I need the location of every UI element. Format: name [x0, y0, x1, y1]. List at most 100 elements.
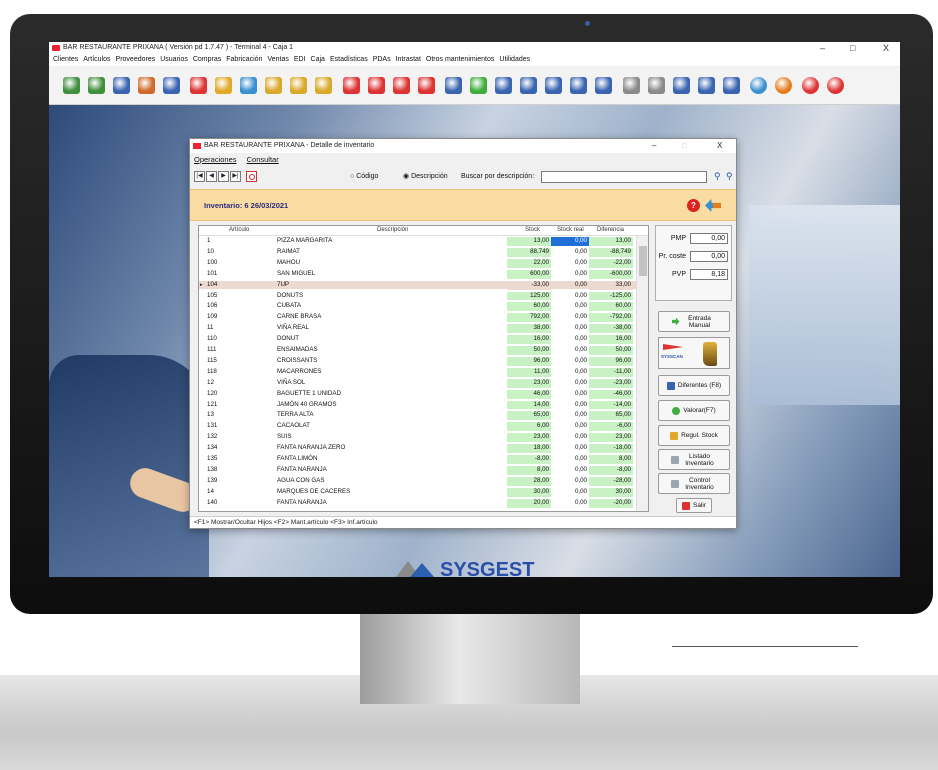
table-row[interactable]: 132 SUIS 23,00 0,00 23,00	[199, 433, 648, 443]
cell-stock-real[interactable]: 0,00	[551, 488, 589, 497]
pvp-field[interactable]: 8,18	[690, 269, 728, 280]
lock-icon[interactable]	[215, 77, 233, 94]
grid-icon[interactable]	[445, 77, 463, 94]
cell-stock-real[interactable]: 0,00	[551, 313, 589, 322]
dialog-minimize-button[interactable]: –	[652, 139, 656, 153]
table-row[interactable]: 138 FANTA NARANJA 8,00 0,00 -8,00	[199, 465, 648, 475]
cell-stock-real[interactable]: 0,00	[551, 237, 589, 246]
radio-codigo[interactable]: ○ Código	[350, 172, 378, 182]
cart-icon[interactable]	[520, 77, 538, 94]
table-row[interactable]: 121 JAMÓN 40 GRAMOS 14,00 0,00 -14,00	[199, 400, 648, 410]
listado-inventario-button[interactable]: Listado Inventario	[658, 449, 730, 470]
card-icon[interactable]	[240, 77, 258, 94]
table-row[interactable]: 111 ENSAIMADAS 50,00 0,00 50,00	[199, 346, 648, 355]
scrollbar-thumb[interactable]	[639, 246, 647, 276]
menu-caja[interactable]: Caja	[311, 56, 325, 63]
table-row[interactable]: 106 CUBATA 60,00 0,00 60,00	[199, 302, 648, 312]
cell-stock-real[interactable]: 0,00	[551, 390, 589, 399]
user-icon[interactable]	[63, 77, 80, 94]
pin-icon[interactable]	[190, 77, 208, 94]
help-icon[interactable]	[802, 77, 820, 94]
table-row[interactable]: 12 VIÑA SOL 23,00 0,00 -23,00	[199, 378, 648, 388]
first-record-button[interactable]: |◀	[194, 171, 205, 182]
truck-icon[interactable]	[545, 77, 563, 94]
col-diferencia[interactable]: Diferencia	[597, 227, 624, 233]
pcoste-field[interactable]: 0,00	[690, 251, 728, 262]
doc-icon[interactable]	[570, 77, 588, 94]
maximize-button[interactable]: □	[850, 42, 855, 54]
menu-otros-mantenimientos[interactable]: Otros mantenimientos	[426, 56, 494, 63]
table-row[interactable]: 1 PIZZA MARGARITA 13,00 0,00 13,00	[199, 237, 648, 246]
table-row[interactable]: 135 FANTA LIMÓN -8,00 0,00 8,00	[199, 455, 648, 464]
col-stock-real[interactable]: Stock real	[557, 227, 584, 233]
cart-icon[interactable]	[342, 77, 360, 94]
col-stock[interactable]: Stock	[525, 227, 540, 233]
entrada-manual-button[interactable]: Entrada Manual	[658, 311, 730, 332]
cell-stock-real[interactable]: 0,00	[551, 335, 589, 344]
cell-stock-real[interactable]: 0,00	[551, 379, 589, 388]
next-record-button[interactable]: ▶	[218, 171, 229, 182]
menu-clientes[interactable]: Clientes	[53, 56, 78, 63]
table-row[interactable]: 101 SAN MIGUEL 600,00 0,00 -600,00	[199, 269, 648, 279]
valorar-button[interactable]: Valorar(F7)	[658, 400, 730, 421]
coins-icon[interactable]	[290, 77, 308, 94]
cell-stock-real[interactable]: 0,00	[551, 346, 589, 355]
table-row[interactable]: 120 BAGUETTE 1 UNIDAD 46,00 0,00 -46,00	[199, 389, 648, 399]
grid-scrollbar[interactable]	[636, 236, 648, 511]
dialog-maximize-button[interactable]: □	[682, 139, 687, 153]
close-button[interactable]: X	[883, 42, 889, 54]
cell-stock-real[interactable]: 0,00	[551, 292, 589, 301]
minimize-button[interactable]: –	[820, 42, 825, 54]
cell-stock-real[interactable]: 0,00	[551, 444, 589, 453]
list-icon[interactable]	[113, 77, 130, 94]
menu-fabricación[interactable]: Fabricación	[226, 56, 262, 63]
menu-artículos[interactable]: Artículos	[83, 56, 110, 63]
help-icon[interactable]: ?	[687, 199, 700, 212]
user-icon[interactable]	[88, 77, 105, 94]
cell-stock-real[interactable]: 0,00	[551, 401, 589, 410]
cell-stock-real[interactable]: 0,00	[551, 248, 589, 257]
binoculars-next-icon[interactable]: ⚲	[726, 171, 733, 182]
table-row[interactable]: 104 7UP -33,00 0,00 33,00 ▸	[199, 280, 648, 290]
doc-icon[interactable]	[722, 77, 740, 94]
table-row[interactable]: 140 FANTA NARANJA 20,00 0,00 -20,00	[199, 498, 648, 508]
cell-stock-real[interactable]: 0,00	[551, 368, 589, 377]
table-row[interactable]: 110 DONUT 16,00 0,00 16,00	[199, 335, 648, 344]
truck-icon[interactable]	[672, 77, 690, 94]
doc-icon[interactable]	[697, 77, 715, 94]
table-row[interactable]: 134 FANTA NARANJA ZERO 18,00 0,00 -18,00	[199, 444, 648, 453]
regul-stock-button[interactable]: Regul. Stock	[658, 425, 730, 446]
exit-arrow-icon[interactable]	[705, 199, 721, 212]
table-row[interactable]: 14 MARQUES DE CACERES 30,00 0,00 30,00	[199, 487, 648, 497]
menu-usuarios[interactable]: Usuarios	[160, 56, 188, 63]
cell-stock-real[interactable]: 0,00	[551, 302, 589, 311]
radio-descripcion[interactable]: ◉ Descripción	[403, 172, 448, 182]
table-row[interactable]: 115 CROISSANTS 96,00 0,00 96,00	[199, 356, 648, 366]
menu-intrastat[interactable]: Intrastat	[396, 56, 421, 63]
cell-stock-real[interactable]: 0,00	[551, 281, 589, 290]
check-icon[interactable]	[470, 77, 488, 94]
cell-stock-real[interactable]: 0,00	[551, 357, 589, 366]
forward-icon[interactable]	[775, 77, 792, 94]
cell-stock-real[interactable]: 0,00	[551, 411, 589, 420]
table-row[interactable]: 139 AGUA CON GAS 28,00 0,00 -28,00	[199, 476, 648, 486]
table-row[interactable]: 105 DONUTS 125,00 0,00 -125,00	[199, 291, 648, 301]
coins-icon[interactable]	[265, 77, 283, 94]
dialog-close-button[interactable]: X	[717, 139, 722, 153]
power-icon[interactable]	[246, 171, 257, 182]
cell-stock-real[interactable]: 0,00	[551, 270, 589, 279]
binoculars-icon[interactable]: ⚲	[714, 171, 721, 182]
cell-stock-real[interactable]: 0,00	[551, 499, 589, 508]
tools-icon[interactable]	[647, 77, 665, 94]
col-descripcion[interactable]: Descripción	[377, 227, 408, 233]
doc-icon[interactable]	[392, 77, 410, 94]
cell-stock-real[interactable]: 0,00	[551, 455, 589, 464]
cell-stock-real[interactable]: 0,00	[551, 324, 589, 333]
tools-icon[interactable]	[622, 77, 640, 94]
doc-icon[interactable]	[595, 77, 613, 94]
table-row[interactable]: 109 CARNE BRASA 792,00 0,00 -792,00	[199, 313, 648, 323]
menu-compras[interactable]: Compras	[193, 56, 221, 63]
table-row[interactable]: 10 RAIMAT 88,749 0,00 -88,749	[199, 247, 648, 257]
pmp-field[interactable]: 0,00	[690, 233, 728, 244]
menu-consultar[interactable]: Consultar	[247, 155, 279, 164]
